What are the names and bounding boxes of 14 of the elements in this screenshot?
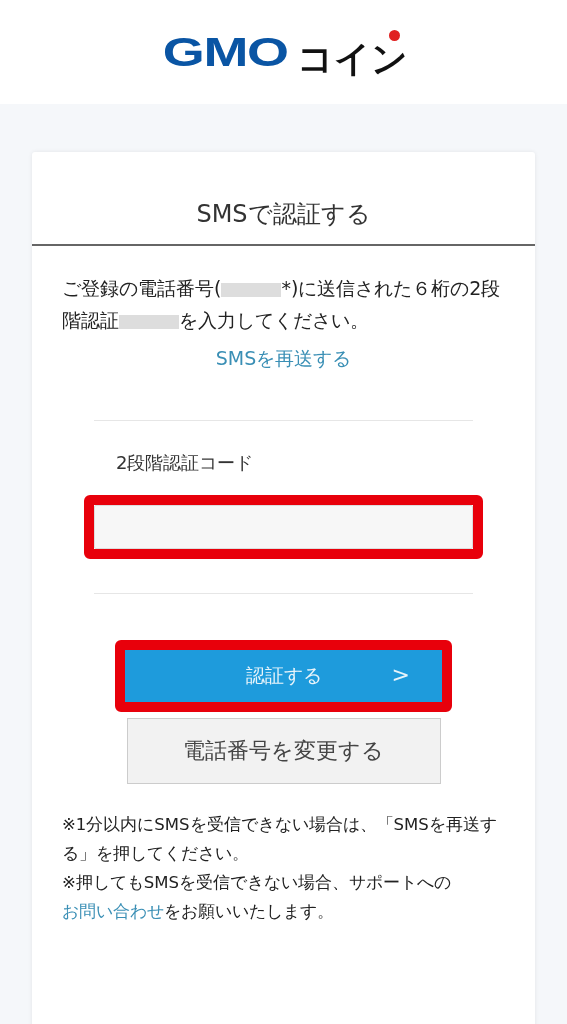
redaction-mark (221, 282, 282, 297)
note-text: ※押してもSMSを受信できない場合、サポートへの お問い合わせをお願いいたします。 (62, 872, 452, 923)
change-phone-button[interactable]: 電話番号を変更する (126, 718, 441, 784)
code-input-field[interactable] (94, 505, 473, 549)
instruction-text: ご登録の電話番号( *)に送信された６桁の2段階認証 を入力してください。 (62, 276, 502, 333)
verify-button[interactable]: 認証する > (125, 650, 442, 702)
logo-text: GMO (162, 29, 288, 75)
field-label: 2段階認証コード (116, 451, 255, 475)
contact-link[interactable]: お問い合わせ (62, 901, 164, 921)
resend-link[interactable]: SMSを再送する (215, 347, 352, 369)
note-text: ※1分以内にSMSを受信できない場合は、「SMSを再送する」を押してください。 (62, 814, 498, 865)
card-title: SMSで認証する (32, 152, 535, 246)
dot-icon (389, 29, 401, 41)
redaction-mark (119, 314, 179, 329)
